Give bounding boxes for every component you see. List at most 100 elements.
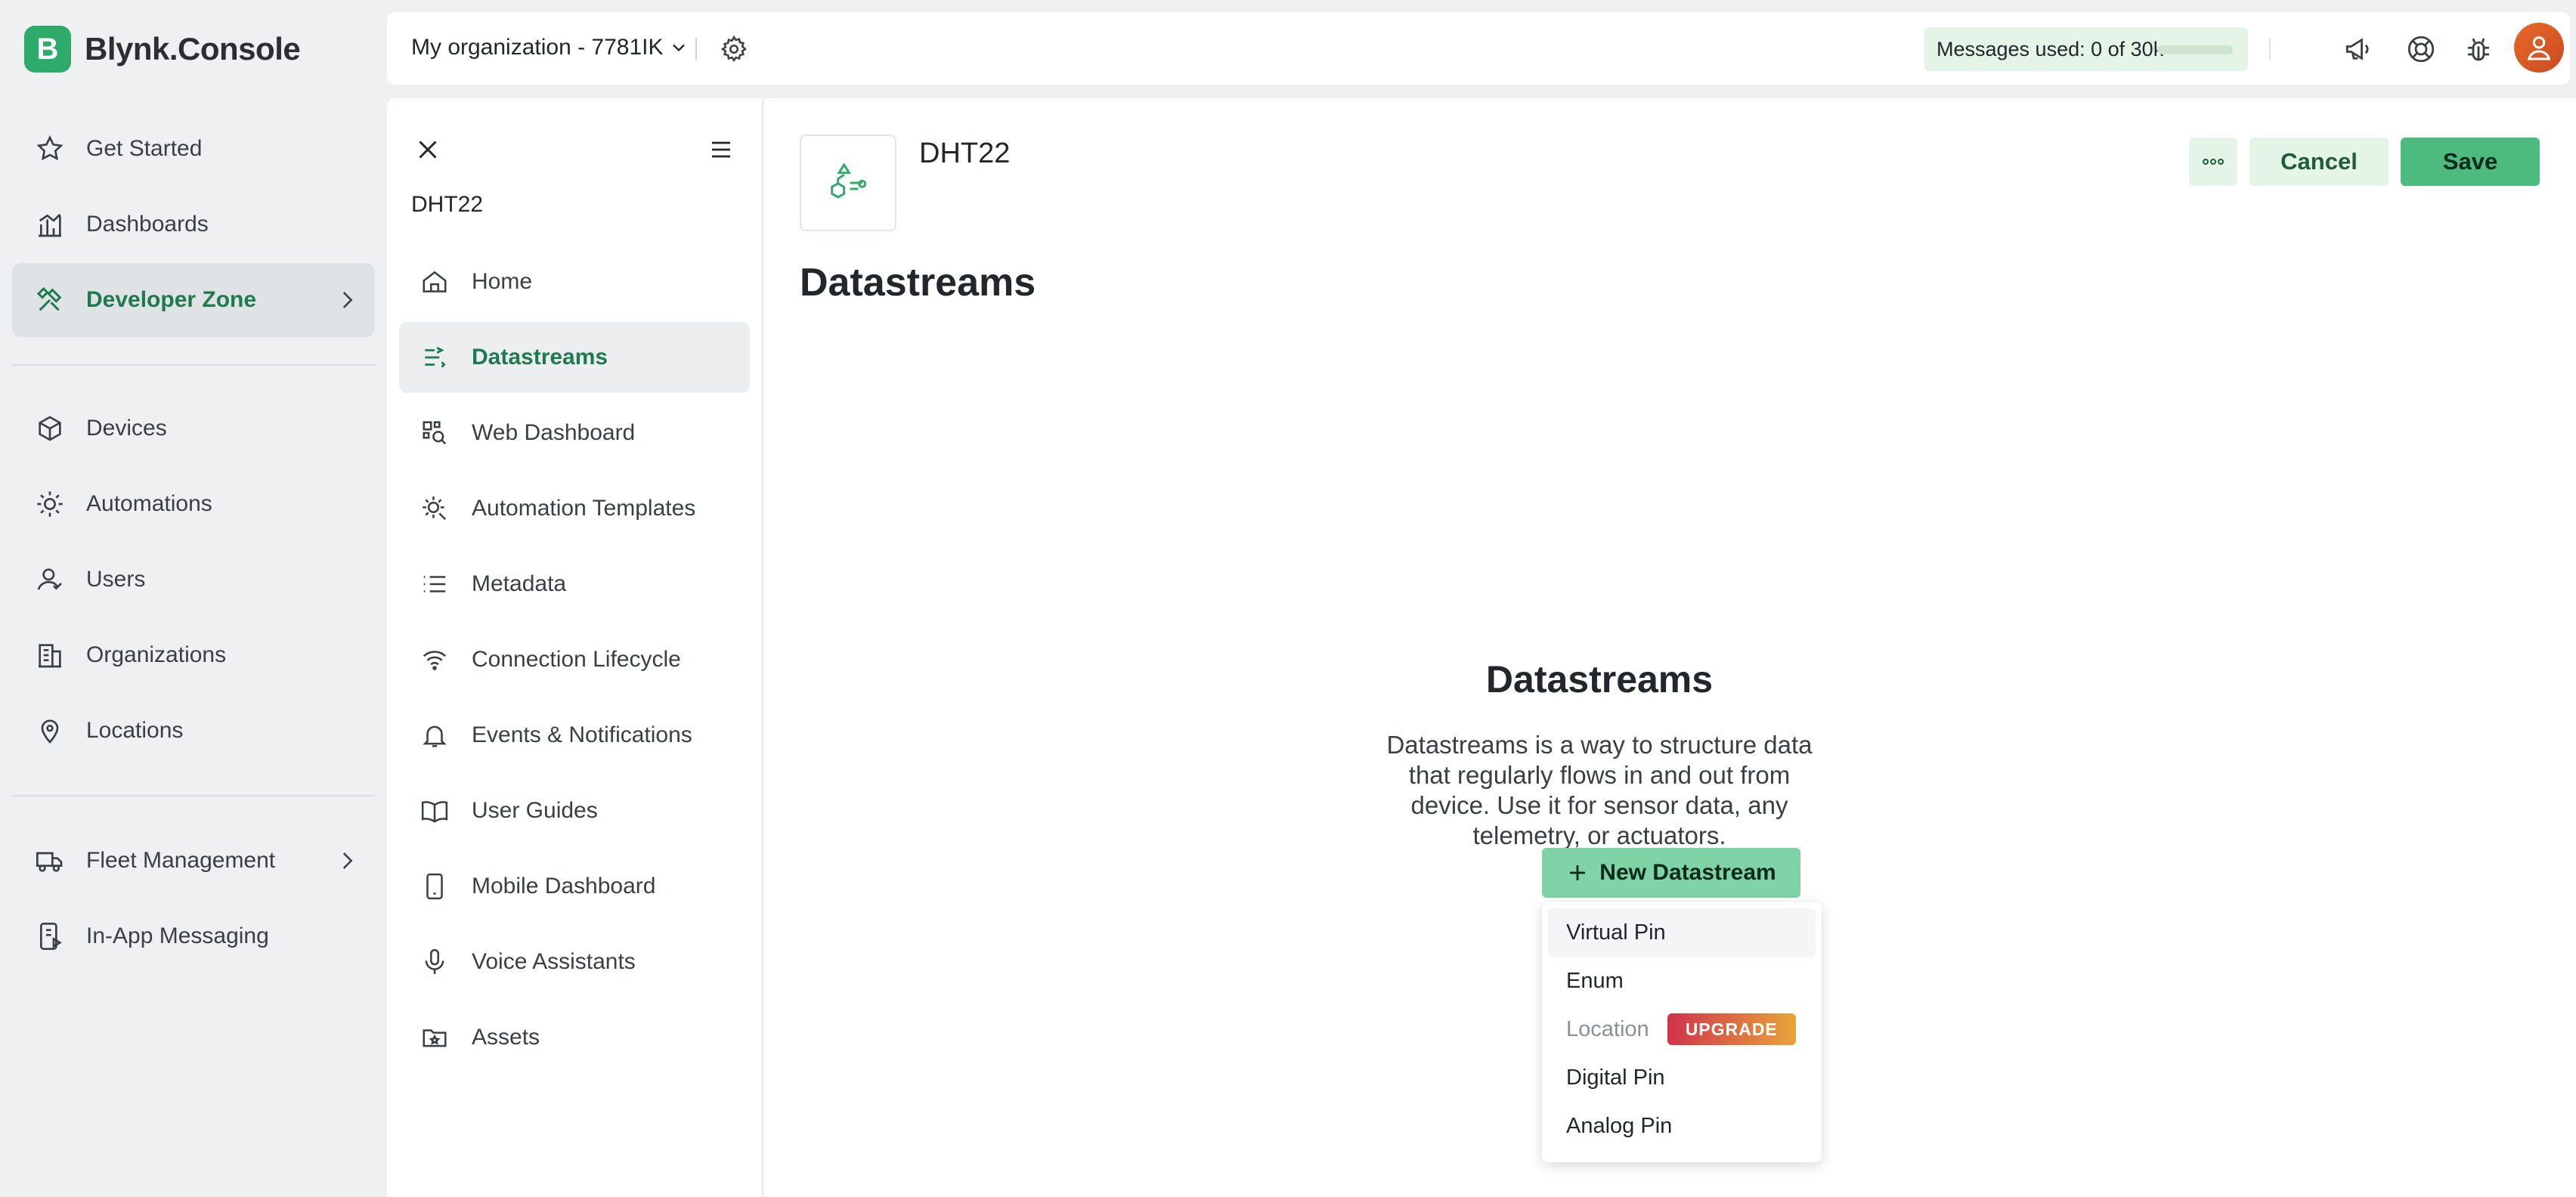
template-image[interactable]	[800, 135, 896, 231]
subnav-item-label: Events & Notifications	[472, 722, 692, 747]
close-icon[interactable]	[414, 136, 441, 163]
help-lifebuoy-icon[interactable]	[2405, 33, 2437, 65]
truck-icon	[36, 852, 63, 872]
more-options-button[interactable]	[2189, 138, 2237, 186]
sidebar-item-organizations[interactable]: Organizations	[12, 618, 375, 692]
new-datastream-label: New Datastream	[1599, 860, 1776, 885]
subnav-item-label: Datastreams	[472, 345, 608, 370]
subnav-item-label: Connection Lifecycle	[472, 647, 681, 672]
sidebar-item-label: Fleet Management	[86, 848, 276, 873]
ellipsis-icon	[2203, 159, 2224, 165]
list-icon	[423, 576, 446, 592]
subnav-item-automation-templates[interactable]: Automation Templates	[399, 473, 750, 544]
template-panel: DHT22 Home Datastreams Web Dashboard Aut…	[387, 98, 2576, 1197]
dropdown-item-analog-pin[interactable]: Analog Pin	[1548, 1102, 1816, 1150]
building-icon	[39, 644, 61, 668]
upgrade-badge[interactable]: UPGRADE	[1667, 1013, 1796, 1045]
chevron-down-icon	[672, 44, 685, 52]
subnav-item-voice-assistants[interactable]: Voice Assistants	[399, 926, 750, 998]
sun-automation-icon	[37, 491, 63, 517]
subnav-item-events-notifications[interactable]: Events & Notifications	[399, 700, 750, 771]
nav-divider	[12, 795, 375, 796]
subnav-item-datastreams[interactable]: Datastreams	[399, 322, 750, 393]
separator	[2269, 38, 2271, 60]
book-icon	[421, 801, 448, 823]
new-datastream-dropdown: Virtual Pin Enum Location UPGRADE Digita…	[1542, 902, 1822, 1162]
sun-automation-icon	[423, 496, 447, 521]
subnav-item-metadata[interactable]: Metadata	[399, 549, 750, 620]
chevron-right-icon	[342, 292, 353, 308]
subnav-item-label: User Guides	[472, 798, 598, 823]
sidebar-item-get-started[interactable]: Get Started	[12, 112, 375, 186]
save-button[interactable]: Save	[2401, 138, 2540, 186]
sidebar-item-label: Developer Zone	[86, 287, 257, 312]
organization-name: My organization - 7781IK	[411, 35, 664, 60]
star-icon	[36, 135, 63, 161]
cube-icon	[39, 416, 61, 441]
new-datastream-button[interactable]: New Datastream	[1542, 848, 1800, 898]
sidebar-item-label: Devices	[86, 416, 167, 441]
dropdown-item-virtual-pin[interactable]: Virtual Pin	[1548, 908, 1816, 957]
folder-star-icon	[423, 1029, 447, 1047]
bug-icon[interactable]	[2463, 33, 2494, 65]
dropdown-item-label: Virtual Pin	[1566, 920, 1666, 945]
wifi-icon	[423, 651, 447, 670]
messages-used-label: Messages used:	[1937, 37, 2085, 60]
gear-icon[interactable]	[720, 35, 748, 63]
bell-icon	[423, 725, 447, 747]
subnav-item-label: Voice Assistants	[472, 949, 636, 974]
tools-icon	[36, 286, 62, 311]
sidebar-item-dashboards[interactable]: Dashboards	[12, 187, 375, 261]
subnav-item-label: Home	[472, 269, 533, 294]
sidebar-item-label: Dashboards	[86, 212, 209, 237]
subnav-item-mobile-dashboard[interactable]: Mobile Dashboard	[399, 851, 750, 922]
datastreams-main: DHT22 Cancel Save Datastreams Datastream…	[765, 98, 2576, 1197]
user-icon	[37, 568, 62, 590]
sidebar-item-automations[interactable]: Automations	[12, 467, 375, 541]
subnav-item-label: Web Dashboard	[472, 420, 636, 445]
messages-used-value: 0 of 30k	[2091, 37, 2164, 60]
subnav-item-label: Mobile Dashboard	[472, 874, 656, 899]
sidebar-item-label: Organizations	[86, 642, 227, 667]
empty-state-description: Datastreams is a way to structure data t…	[1386, 731, 1813, 849]
sidebar-item-devices[interactable]: Devices	[12, 391, 375, 466]
bar-chart-icon	[39, 213, 61, 237]
brand-name: Blynk.Console	[85, 31, 301, 66]
subnav-item-label: Metadata	[472, 571, 567, 596]
dropdown-item-label: Analog Pin	[1566, 1113, 1673, 1138]
subnav-item-home[interactable]: Home	[399, 246, 750, 317]
home-icon	[423, 271, 447, 292]
cancel-button[interactable]: Cancel	[2249, 138, 2389, 186]
subnav-item-user-guides[interactable]: User Guides	[399, 775, 750, 846]
dropdown-item-location[interactable]: Location UPGRADE	[1548, 1005, 1816, 1053]
sidebar-item-users[interactable]: Users	[12, 543, 375, 617]
sidebar-item-label: Users	[86, 567, 146, 592]
sidebar-item-label: Get Started	[86, 136, 203, 161]
sidebar-item-in-app-messaging[interactable]: In-App Messaging	[12, 899, 375, 973]
subnav-item-web-dashboard[interactable]: Web Dashboard	[399, 397, 750, 469]
messages-used-indicator[interactable]: Messages used: 0 of 30k	[1924, 27, 2248, 71]
messages-progress-bar	[2157, 45, 2233, 54]
user-avatar[interactable]	[2514, 23, 2564, 73]
chevron-right-icon	[342, 852, 353, 869]
sidebar-item-fleet-management[interactable]: Fleet Management	[12, 824, 375, 898]
brand[interactable]: B Blynk.Console	[24, 26, 301, 73]
page-title: Datastreams	[800, 261, 1036, 305]
sidebar-item-label: Automations	[86, 491, 212, 516]
organization-selector[interactable]: My organization - 7781IK	[411, 35, 689, 60]
hamburger-menu-icon[interactable]	[707, 136, 735, 163]
sidebar-item-label: In-App Messaging	[86, 923, 269, 948]
dropdown-item-label: Digital Pin	[1566, 1065, 1665, 1090]
subnav-item-connection-lifecycle[interactable]: Connection Lifecycle	[399, 624, 750, 695]
subnav-item-assets[interactable]: Assets	[399, 1002, 750, 1073]
dropdown-item-digital-pin[interactable]: Digital Pin	[1548, 1053, 1816, 1102]
sidebar-item-developer-zone[interactable]: Developer Zone	[12, 263, 375, 337]
mobile-phone-icon	[426, 873, 443, 900]
dropdown-item-enum[interactable]: Enum	[1548, 957, 1816, 1005]
megaphone-icon[interactable]	[2343, 33, 2375, 65]
template-name: DHT22	[919, 138, 1011, 169]
user-avatar-icon	[2527, 36, 2551, 60]
sidebar-item-locations[interactable]: Locations	[12, 694, 375, 768]
datastreams-icon	[425, 347, 446, 368]
web-dashboard-icon	[423, 421, 447, 445]
